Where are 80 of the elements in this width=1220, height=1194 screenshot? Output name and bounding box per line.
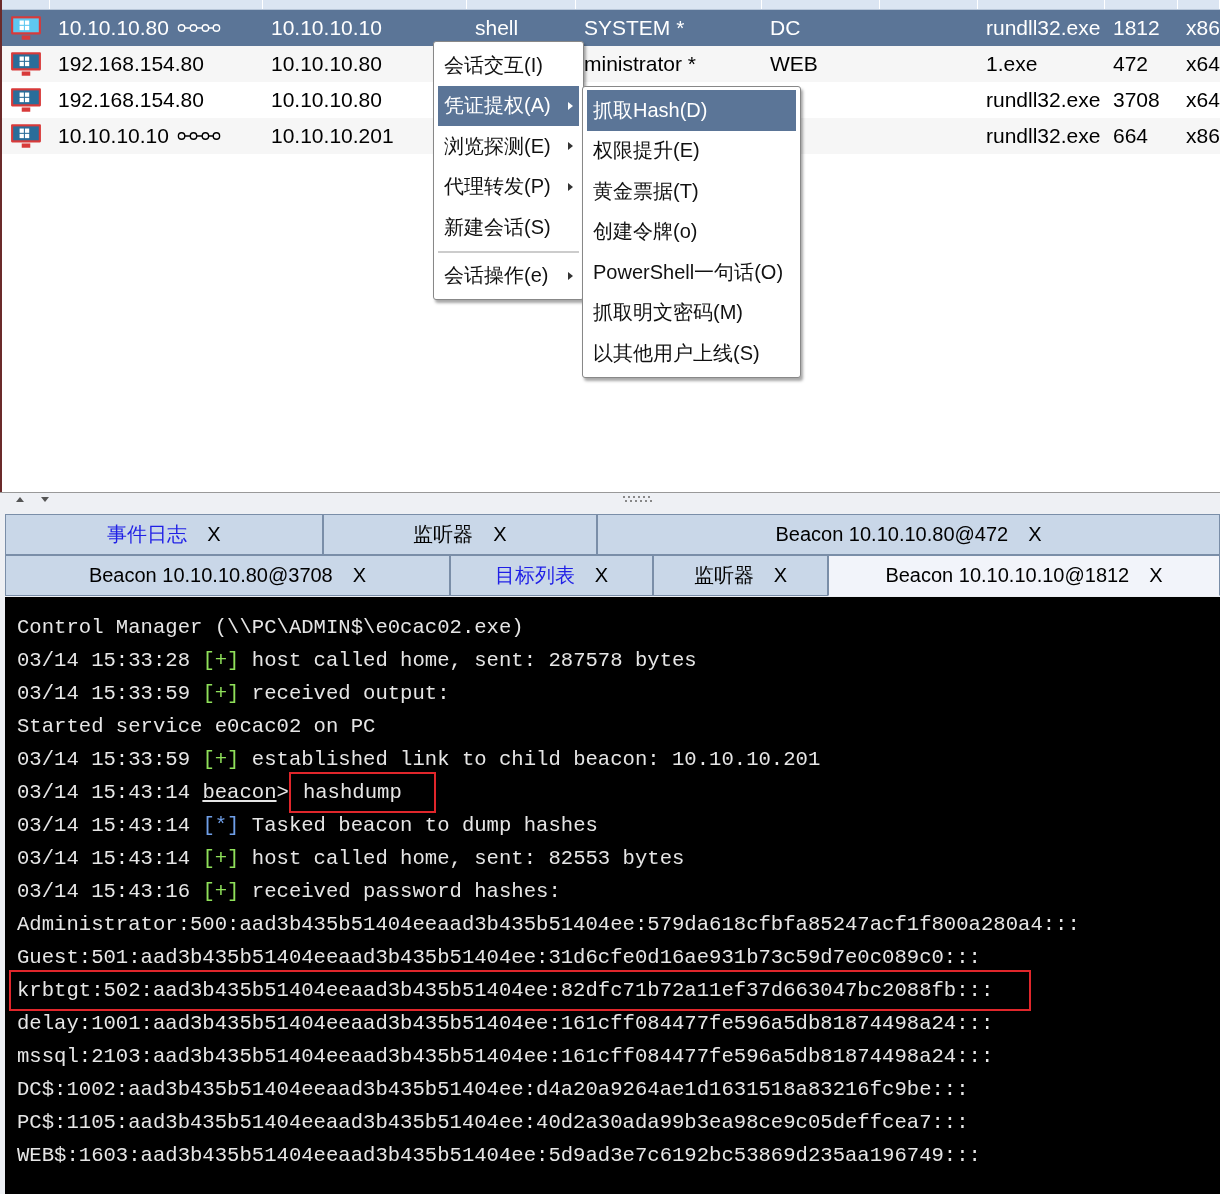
submenu-arrow-icon — [568, 271, 573, 280]
tab[interactable]: Beacon 10.10.10.80@3708 X — [5, 555, 450, 596]
menu-item[interactable]: 权限提升(E) — [587, 130, 796, 171]
table-cell[interactable]: 10.10.10.80 — [58, 16, 169, 40]
console-line: mssql:2103:aad3b435b51404eeaad3b435b51404ee:161cff084477fe596a5db81874498a24::: — [17, 1044, 994, 1070]
table-cell[interactable]: 10.10.10.10 — [58, 124, 169, 148]
console-line: Started service e0cac02 on PC — [17, 714, 376, 740]
table-cell[interactable]: 10.10.10.80 — [271, 52, 382, 76]
table-cell[interactable]: 1.exe — [986, 52, 1038, 76]
tab[interactable]: 监听器 X — [323, 514, 597, 555]
console-line: 03/14 15:33:59 [+] established link to child beacon: 10.10.10.201 — [17, 747, 821, 773]
console-line: delay:1001:aad3b435b51404eeaad3b435b51404ee:161cff084477fe596a5db81874498a24::: — [17, 1011, 994, 1037]
menu-item[interactable]: 会话交互(I) — [438, 45, 579, 86]
table-cell[interactable]: 10.10.10.10 — [271, 16, 382, 40]
table-cell[interactable]: ministrator * — [584, 52, 697, 76]
menu-item[interactable]: 代理转发(P) — [438, 166, 579, 207]
submenu-arrow-icon — [568, 101, 573, 110]
monitor-icon — [10, 15, 42, 41]
console-line: 03/14 15:43:14 [+] host called home, sent: 82553 bytes — [17, 846, 685, 872]
menu-item[interactable]: PowerShell一句话(O) — [587, 252, 796, 293]
table-cell[interactable]: 10.10.10.80 — [271, 88, 382, 112]
close-button[interactable]: X — [352, 564, 367, 587]
table-cell[interactable]: 472 — [1113, 52, 1149, 76]
menu-item[interactable]: 浏览探测(E) — [438, 126, 579, 167]
table-cell[interactable]: WEB — [770, 52, 818, 76]
arrow-up-icon[interactable] — [16, 497, 24, 502]
table-cell[interactable]: rundll32.exe — [986, 124, 1101, 148]
grip-icon[interactable] — [623, 496, 653, 502]
table-cell[interactable]: rundll32.exe — [986, 88, 1101, 112]
menu-item[interactable]: 凭证提权(A) — [438, 85, 579, 126]
console-line: 03/14 15:33:59 [+] received output: — [17, 681, 450, 707]
console-line: DC$:1002:aad3b435b51404eeaad3b435b51404ee:d4a20a9264ae1d1631518a83216fc9be::: — [17, 1077, 969, 1103]
table-cell[interactable]: rundll32.exe — [986, 16, 1101, 40]
table-cell[interactable]: x86 — [1186, 124, 1220, 148]
close-button[interactable]: X — [1028, 523, 1042, 546]
console-line: Control Manager (\\PC\ADMIN$\e0cac02.exe) — [17, 615, 524, 641]
table-cell[interactable]: 3708 — [1113, 88, 1160, 112]
tab[interactable]: 事件日志 X — [5, 514, 323, 555]
table-cell[interactable]: DC — [770, 16, 801, 40]
menu-item[interactable]: 会话操作(e) — [438, 250, 579, 296]
close-button[interactable]: X — [207, 523, 221, 546]
tab[interactable]: 监听器 X — [653, 555, 828, 596]
console-line: Administrator:500:aad3b435b51404eeaad3b435b51404ee:579da618cfbfa85247acf1f800a280a4::: — [17, 912, 1080, 938]
console-line: 03/14 15:33:28 [+] host called home, sent: 287578 bytes — [17, 648, 697, 674]
tab[interactable]: 目标列表 X — [450, 555, 653, 596]
menu-item[interactable]: 抓取明文密码(M) — [587, 292, 796, 333]
tab[interactable]: Beacon 10.10.10.80@472 X — [597, 514, 1220, 555]
menu-item[interactable]: 创建令牌(o) — [587, 211, 796, 252]
console-line: PC$:1105:aad3b435b51404eeaad3b435b51404ee:40d2a30ada99b3ea98ce9c05deffcea7::: — [17, 1110, 969, 1136]
table-cell[interactable]: 1812 — [1113, 16, 1160, 40]
table-cell[interactable]: 192.168.154.80 — [58, 52, 204, 76]
console-prompt: 03/14 15:43:14 beacon> — [17, 780, 289, 806]
table-cell[interactable]: x86 — [1186, 16, 1220, 40]
menu-item[interactable]: 新建会话(S) — [438, 207, 579, 248]
close-button[interactable]: X — [773, 564, 788, 587]
close-button[interactable]: X — [493, 523, 507, 546]
monitor-icon — [10, 87, 42, 113]
table-cell[interactable]: shell — [475, 16, 519, 40]
console-line: Guest:501:aad3b435b51404eeaad3b435b51404ee:31d6cfe0d16ae931b73c59d7e0c089c0::: — [17, 945, 981, 971]
menu-item[interactable]: 以其他用户上线(S) — [587, 333, 796, 374]
submenu-arrow-icon — [568, 182, 573, 191]
tab[interactable]: Beacon 10.10.10.10@1812 X — [828, 555, 1220, 596]
table-cell[interactable]: 192.168.154.80 — [58, 88, 204, 112]
console-line: 03/14 15:43:16 [+] received password hashes: — [17, 879, 561, 905]
menu-item[interactable]: 抓取Hash(D) — [587, 90, 796, 131]
close-button[interactable]: X — [594, 564, 609, 587]
table-cell[interactable]: 10.10.10.201 — [271, 124, 394, 148]
close-button[interactable]: X — [1149, 564, 1163, 587]
table-cell[interactable]: x64 — [1186, 52, 1220, 76]
monitor-icon — [10, 51, 42, 77]
monitor-icon — [10, 123, 42, 149]
console-line: 03/14 15:43:14 [*] Tasked beacon to dump hashes — [17, 813, 598, 839]
command-text: hashdump — [288, 772, 436, 813]
table-cell[interactable]: 664 — [1113, 124, 1149, 148]
table-cell[interactable]: SYSTEM * — [584, 16, 685, 40]
table-cell[interactable]: x64 — [1186, 88, 1220, 112]
menu-item[interactable]: 黄金票据(T) — [587, 171, 796, 212]
submenu-arrow-icon — [568, 142, 573, 151]
arrow-down-icon[interactable] — [41, 497, 49, 502]
console-line: WEB$:1603:aad3b435b51404eeaad3b435b51404ee:5d9ad3e7c6192bc53869d235aa196749::: — [17, 1143, 981, 1169]
